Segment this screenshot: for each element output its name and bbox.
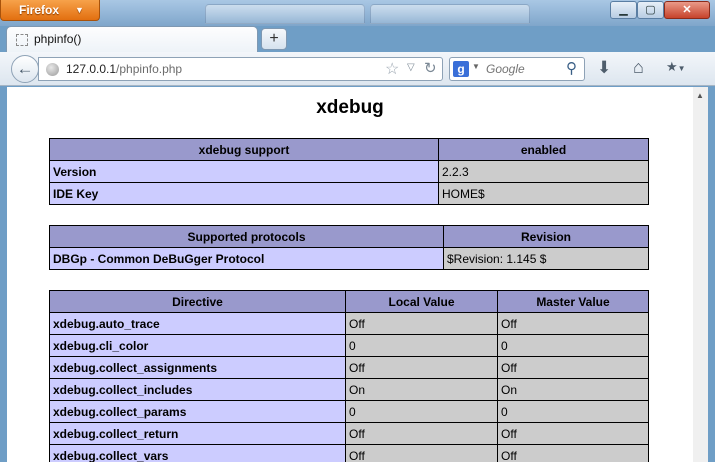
table-row: xdebug.collect_vars Off Off xyxy=(49,444,649,462)
maximize-icon: ▢ xyxy=(645,4,656,16)
table-row: DBGp - Common DeBuGger Protocol $Revisio… xyxy=(49,247,649,270)
xdebug-support-table: xdebug support enabled Version 2.2.3 IDE… xyxy=(49,138,649,205)
blank-page-icon xyxy=(16,34,28,46)
setting-name: Version xyxy=(49,160,439,183)
master-value: 0 xyxy=(497,400,649,423)
table-row: xdebug.collect_params 0 0 xyxy=(49,400,649,423)
local-value: Off xyxy=(345,444,498,462)
chevron-down-icon[interactable]: ▼ xyxy=(472,62,480,71)
directive-name: xdebug.auto_trace xyxy=(49,312,346,335)
directive-name: xdebug.cli_color xyxy=(49,334,346,357)
directive-name: xdebug.collect_includes xyxy=(49,378,346,401)
directive-name: xdebug.collect_assignments xyxy=(49,356,346,379)
home-icon: ⌂ xyxy=(633,57,644,77)
site-identity-icon[interactable] xyxy=(46,63,59,76)
directives-table: Directive Local Value Master Value xdebu… xyxy=(49,290,649,462)
table-row: IDE Key HOME$ xyxy=(49,182,649,205)
tab-strip: phpinfo() + xyxy=(0,26,715,52)
table-row: xdebug.collect_includes On On xyxy=(49,378,649,401)
window-titlebar: Firefox ▼ ▁ ▢ ✕ xyxy=(0,0,715,26)
page-viewport: xdebug xdebug support enabled Version 2.… xyxy=(7,87,708,462)
new-tab-button[interactable]: + xyxy=(261,28,287,50)
master-value: Off xyxy=(497,356,649,379)
setting-value: 2.2.3 xyxy=(438,160,649,183)
table-row: Version 2.2.3 xyxy=(49,160,649,183)
column-header: xdebug support xyxy=(49,138,439,161)
navigation-toolbar: 127.0.0.1/phpinfo.php ☆ ▽ ↻ ← g ▼ ⚲ ⬇ ⌂ … xyxy=(0,52,715,86)
minimize-button[interactable]: ▁ xyxy=(610,1,637,19)
table-row: xdebug.collect_assignments Off Off xyxy=(49,356,649,379)
tab-phpinfo[interactable]: phpinfo() xyxy=(6,26,258,52)
local-value: 0 xyxy=(345,334,498,357)
url-text[interactable]: 127.0.0.1/phpinfo.php xyxy=(66,62,182,76)
close-icon: ✕ xyxy=(682,4,692,16)
table-header-row: Supported protocols Revision xyxy=(49,225,649,248)
downloads-button[interactable]: ⬇ xyxy=(597,58,611,78)
master-value: Off xyxy=(497,312,649,335)
local-value: Off xyxy=(345,356,498,379)
google-engine-icon[interactable]: g xyxy=(453,61,469,77)
minimize-icon: ▁ xyxy=(619,4,628,16)
back-button[interactable]: ← xyxy=(11,55,39,83)
background-window-tab xyxy=(370,4,530,24)
url-path: /phpinfo.php xyxy=(116,62,183,76)
bookmarks-menu-button[interactable]: ★▼ xyxy=(666,59,696,79)
bookmarks-star-icon: ★ xyxy=(666,59,678,74)
master-value: 0 xyxy=(497,334,649,357)
table-row: xdebug.auto_trace Off Off xyxy=(49,312,649,335)
local-value: Off xyxy=(345,312,498,335)
scroll-up-arrow-icon[interactable]: ▲ xyxy=(696,91,704,100)
directive-name: xdebug.collect_vars xyxy=(49,444,346,462)
table-row: xdebug.cli_color 0 0 xyxy=(49,334,649,357)
download-arrow-icon: ⬇ xyxy=(597,58,612,77)
maximize-button[interactable]: ▢ xyxy=(637,1,664,19)
reload-icon[interactable]: ↻ xyxy=(424,59,437,77)
local-value: Off xyxy=(345,422,498,445)
master-value: Off xyxy=(497,444,649,462)
table-row: xdebug.collect_return Off Off xyxy=(49,422,649,445)
local-value: On xyxy=(345,378,498,401)
bookmark-star-icon[interactable]: ☆ xyxy=(385,59,399,79)
firefox-menu-label: Firefox xyxy=(19,3,60,17)
supported-protocols-table: Supported protocols Revision DBGp - Comm… xyxy=(49,225,649,270)
address-bar[interactable]: 127.0.0.1/phpinfo.php ☆ ▽ ↻ xyxy=(38,57,443,81)
column-header: enabled xyxy=(438,138,649,161)
search-input[interactable] xyxy=(484,60,564,78)
column-header: Supported protocols xyxy=(49,225,444,248)
directive-name: xdebug.collect_params xyxy=(49,400,346,423)
vertical-scrollbar[interactable]: ▲ xyxy=(693,87,708,462)
background-window-tab xyxy=(205,4,365,24)
close-window-button[interactable]: ✕ xyxy=(664,1,710,19)
protocol-revision: $Revision: 1.145 $ xyxy=(443,247,649,270)
url-host: 127.0.0.1 xyxy=(66,62,117,76)
search-icon[interactable]: ⚲ xyxy=(566,59,577,77)
firefox-menu-button[interactable]: Firefox ▼ xyxy=(0,0,100,21)
table-header-row: xdebug support enabled xyxy=(49,138,649,161)
chevron-down-icon: ▼ xyxy=(677,64,686,73)
tab-label: phpinfo() xyxy=(34,32,82,46)
search-bar[interactable]: g ▼ ⚲ xyxy=(449,57,585,81)
history-dropdown-icon[interactable]: ▽ xyxy=(407,62,415,73)
column-header: Revision xyxy=(443,225,649,248)
setting-name: IDE Key xyxy=(49,182,439,205)
home-button[interactable]: ⌂ xyxy=(633,57,644,78)
local-value: 0 xyxy=(345,400,498,423)
scrollbar-thumb[interactable] xyxy=(695,103,706,458)
page-title: xdebug xyxy=(316,97,384,118)
directive-name: xdebug.collect_return xyxy=(49,422,346,445)
column-header: Local Value xyxy=(345,290,498,313)
column-header: Directive xyxy=(49,290,346,313)
protocol-name: DBGp - Common DeBuGger Protocol xyxy=(49,247,444,270)
chevron-down-icon: ▼ xyxy=(75,5,84,15)
master-value: Off xyxy=(497,422,649,445)
plus-icon: + xyxy=(269,30,279,47)
master-value: On xyxy=(497,378,649,401)
back-arrow-icon: ← xyxy=(16,59,34,78)
table-header-row: Directive Local Value Master Value xyxy=(49,290,649,313)
setting-value: HOME$ xyxy=(438,182,649,205)
column-header: Master Value xyxy=(497,290,649,313)
